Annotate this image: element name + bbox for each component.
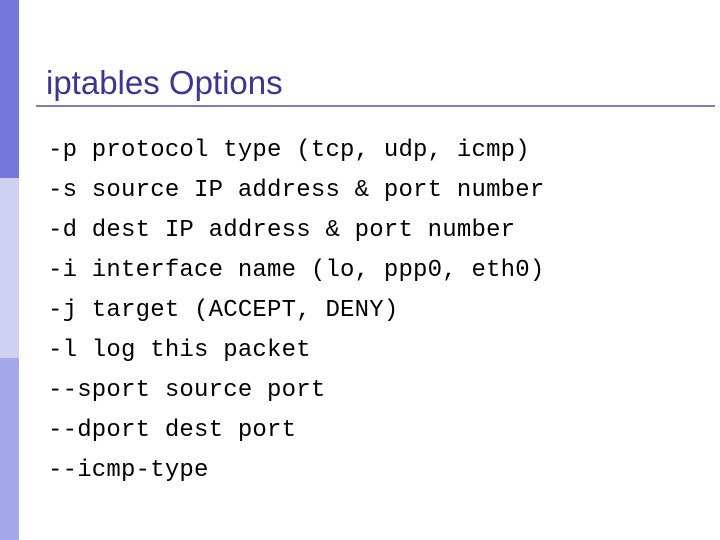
option-line: --icmp-type: [48, 457, 209, 484]
option-line: -s source IP address & port number: [48, 177, 545, 204]
option-line: -p protocol type (tcp, udp, icmp): [48, 137, 530, 164]
sidebar-band-middle: [0, 178, 19, 358]
slide-canvas: iptables Options -p protocol type (tcp, …: [0, 0, 720, 540]
option-line: -i interface name (lo, ppp0, eth0): [48, 257, 545, 284]
sidebar-band-bottom: [0, 358, 19, 540]
option-line: -d dest IP address & port number: [48, 217, 516, 244]
option-line: -j target (ACCEPT, DENY): [48, 297, 399, 324]
option-line: --dport dest port: [48, 417, 297, 444]
option-line: --sport source port: [48, 377, 326, 404]
sidebar-band-top: [0, 0, 19, 178]
title-divider: [36, 105, 715, 107]
iptables-options-list: -p protocol type (tcp, udp, icmp) -s sour…: [48, 131, 708, 491]
page-title: iptables Options: [46, 64, 283, 102]
option-line: -l log this packet: [48, 337, 311, 364]
decorative-sidebar: [0, 0, 19, 540]
